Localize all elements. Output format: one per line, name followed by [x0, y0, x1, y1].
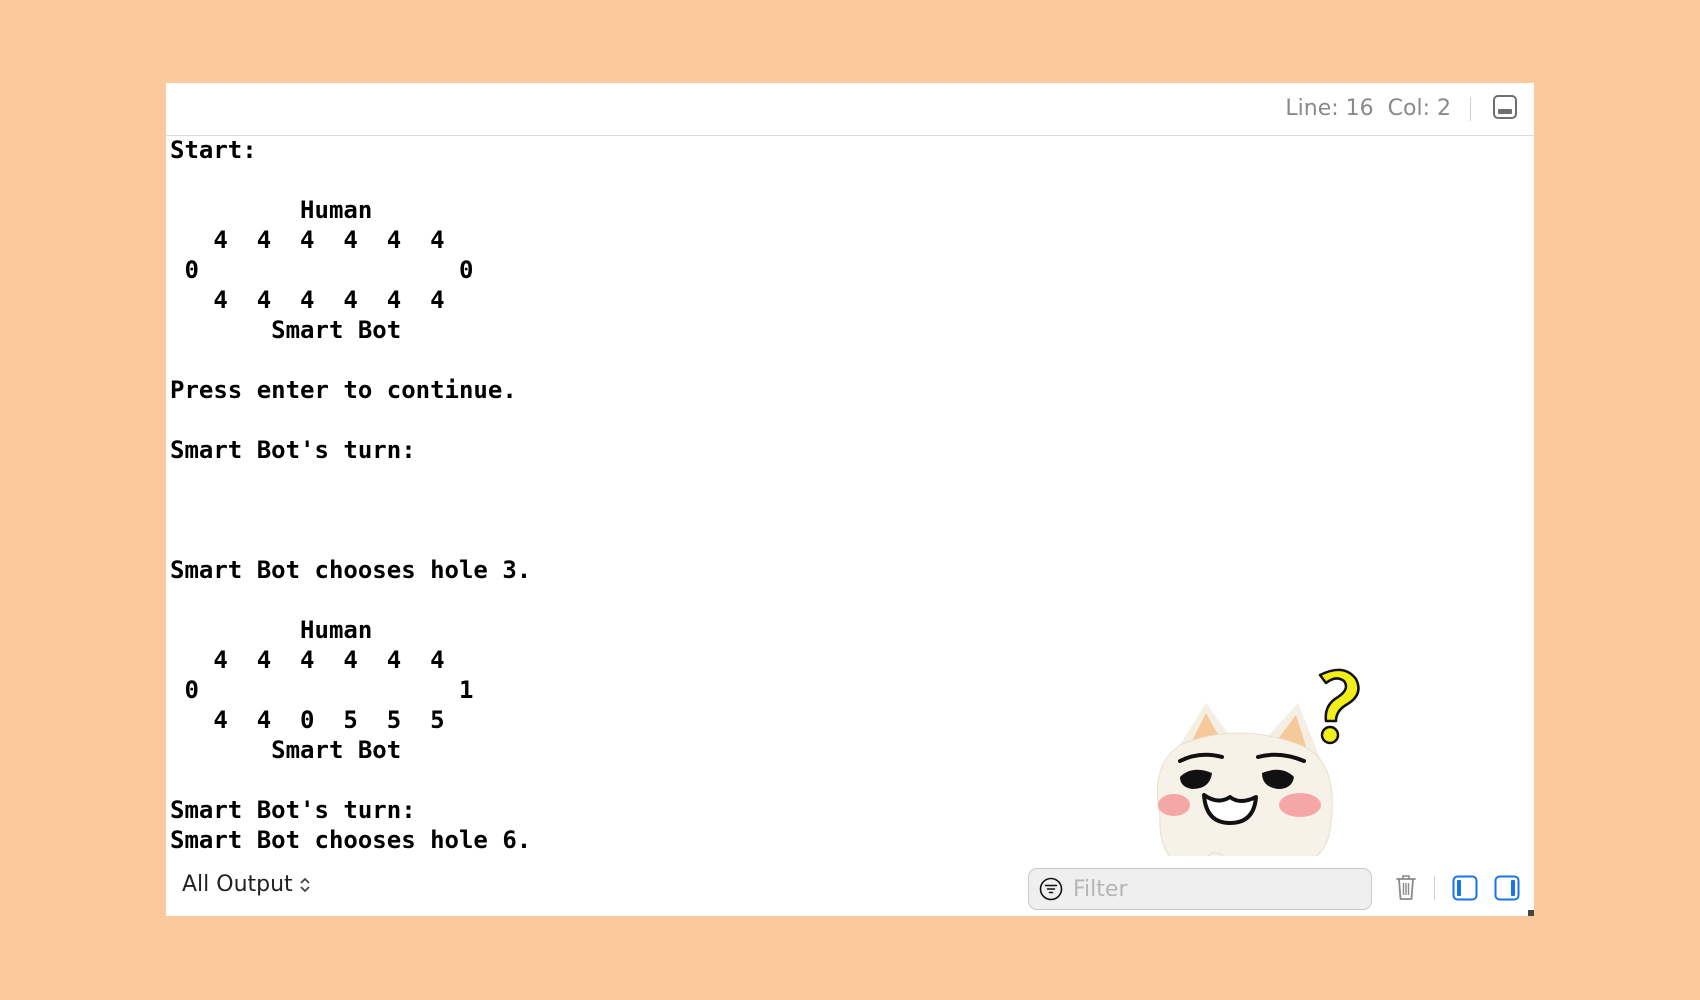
resize-corner — [1528, 910, 1534, 916]
console-line: 0 0 — [170, 256, 474, 284]
filter-icon — [1039, 877, 1063, 901]
output-scope-selector[interactable]: All Output — [182, 872, 311, 897]
console-line: 4 4 4 4 4 4 — [170, 286, 445, 314]
console-line: Smart Bot — [170, 316, 402, 344]
cursor-position: Line: 16 Col: 2 — [1285, 96, 1451, 121]
bottom-panel-icon[interactable] — [1493, 95, 1517, 119]
output-scope-label: All Output — [182, 872, 293, 897]
column-indicator: Col: 2 — [1387, 96, 1451, 121]
chevron-updown-icon — [299, 876, 311, 894]
console-line: Human — [170, 616, 373, 644]
console-topbar: Line: 16 Col: 2 — [166, 83, 1534, 136]
divider — [1470, 97, 1471, 121]
line-indicator: Line: 16 — [1285, 96, 1374, 121]
console-line: 4 4 4 4 4 4 — [170, 226, 445, 254]
left-pane-icon[interactable] — [1452, 875, 1478, 901]
console-bottombar: All Output — [166, 856, 1534, 916]
right-pane-icon[interactable] — [1494, 875, 1520, 901]
console-line: Smart Bot's turn: — [170, 436, 416, 464]
console-line: Smart Bot chooses hole 3. — [170, 556, 532, 584]
filter-input[interactable] — [1071, 875, 1365, 903]
divider — [1434, 876, 1435, 900]
console-line: Start: — [170, 136, 257, 164]
console-window: Line: 16 Col: 2 Start: Human 4 4 4 4 4 4… — [166, 83, 1534, 916]
trash-icon[interactable] — [1394, 873, 1418, 901]
console-line: Press enter to continue. — [170, 376, 517, 404]
console-line: Human — [170, 196, 373, 224]
filter-field[interactable] — [1028, 868, 1372, 910]
